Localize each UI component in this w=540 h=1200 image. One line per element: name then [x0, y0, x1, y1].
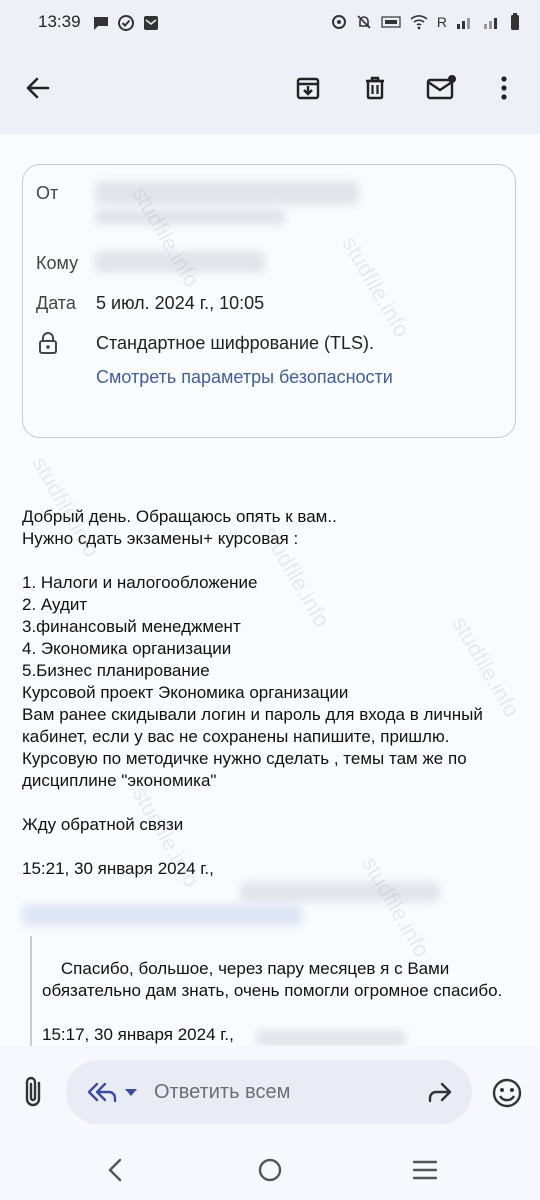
signal-icon-2 — [484, 18, 497, 29]
more-vert-icon — [501, 76, 507, 100]
notification-icons — [92, 14, 160, 32]
emoji-button[interactable] — [490, 1076, 524, 1110]
nav-back-button[interactable] — [95, 1150, 135, 1190]
email-details-card: От Кому Дата 5 июл. 2024 г., 10:05 Станд… — [22, 164, 516, 438]
reply-all-field[interactable]: Ответить всем — [66, 1060, 472, 1124]
delete-icon — [366, 76, 384, 100]
mute-icon — [357, 15, 371, 29]
system-status-icons: R — [331, 13, 520, 31]
status-bar: 13:39 R — [0, 0, 540, 46]
status-time: 13:39 — [38, 12, 81, 31]
chevron-left-icon — [108, 1158, 122, 1182]
security-details-link[interactable]: Смотреть параметры безопасности — [96, 367, 393, 388]
mark-unread-button[interactable] — [421, 68, 461, 108]
to-label: Кому — [36, 253, 79, 273]
archive-icon — [296, 77, 320, 100]
home-circle-icon — [258, 1158, 282, 1182]
signal-icon — [457, 18, 470, 29]
email-content[interactable]: От Кому Дата 5 июл. 2024 г., 10:05 Станд… — [0, 134, 540, 1046]
redacted-quote-sender — [240, 882, 440, 902]
redacted-sender — [95, 181, 359, 205]
mail-notification-icon — [144, 16, 158, 30]
arrow-left-icon — [26, 77, 50, 99]
encryption-text: Стандартное шифрование (TLS). — [96, 333, 375, 353]
nav-recents-button[interactable] — [405, 1150, 445, 1190]
check-circle-icon — [118, 15, 134, 31]
more-options-button[interactable] — [484, 68, 524, 108]
date-value: 5 июл. 2024 г., 10:05 — [96, 293, 265, 313]
delete-button[interactable] — [355, 68, 395, 108]
redacted-quote-sender-2 — [256, 1030, 406, 1046]
recents-icon — [412, 1160, 438, 1180]
chat-bubble-icon — [94, 17, 108, 30]
nav-home-button[interactable] — [250, 1150, 290, 1190]
redacted-sender-line2 — [95, 209, 285, 225]
wifi-icon — [410, 15, 428, 30]
back-button[interactable] — [18, 68, 58, 108]
forward-icon[interactable] — [426, 1080, 454, 1104]
emoji-icon — [492, 1078, 522, 1108]
attach-button[interactable] — [18, 1074, 50, 1110]
volte-icon — [381, 16, 401, 28]
lock-icon — [39, 332, 57, 354]
redacted-recipient — [95, 251, 265, 273]
email-body-text: Добрый день. Обращаюсь опять к вам.. Нуж… — [22, 507, 483, 878]
from-label: От — [36, 183, 59, 203]
reply-composer: Ответить всем — [0, 1046, 540, 1136]
archive-button[interactable] — [288, 68, 328, 108]
chevron-down-icon[interactable] — [124, 1088, 138, 1098]
reply-placeholder: Ответить всем — [154, 1081, 291, 1103]
date-label: Дата — [36, 293, 76, 313]
redacted-quote-email — [22, 904, 302, 926]
location-icon — [331, 15, 346, 29]
carrier-label: R — [436, 14, 447, 30]
battery-icon — [511, 13, 519, 30]
app-bar — [0, 46, 540, 134]
reply-all-icon — [87, 1082, 117, 1103]
attachment-icon — [25, 1076, 41, 1107]
system-nav-bar — [0, 1136, 540, 1200]
mark-unread-icon — [426, 75, 456, 100]
